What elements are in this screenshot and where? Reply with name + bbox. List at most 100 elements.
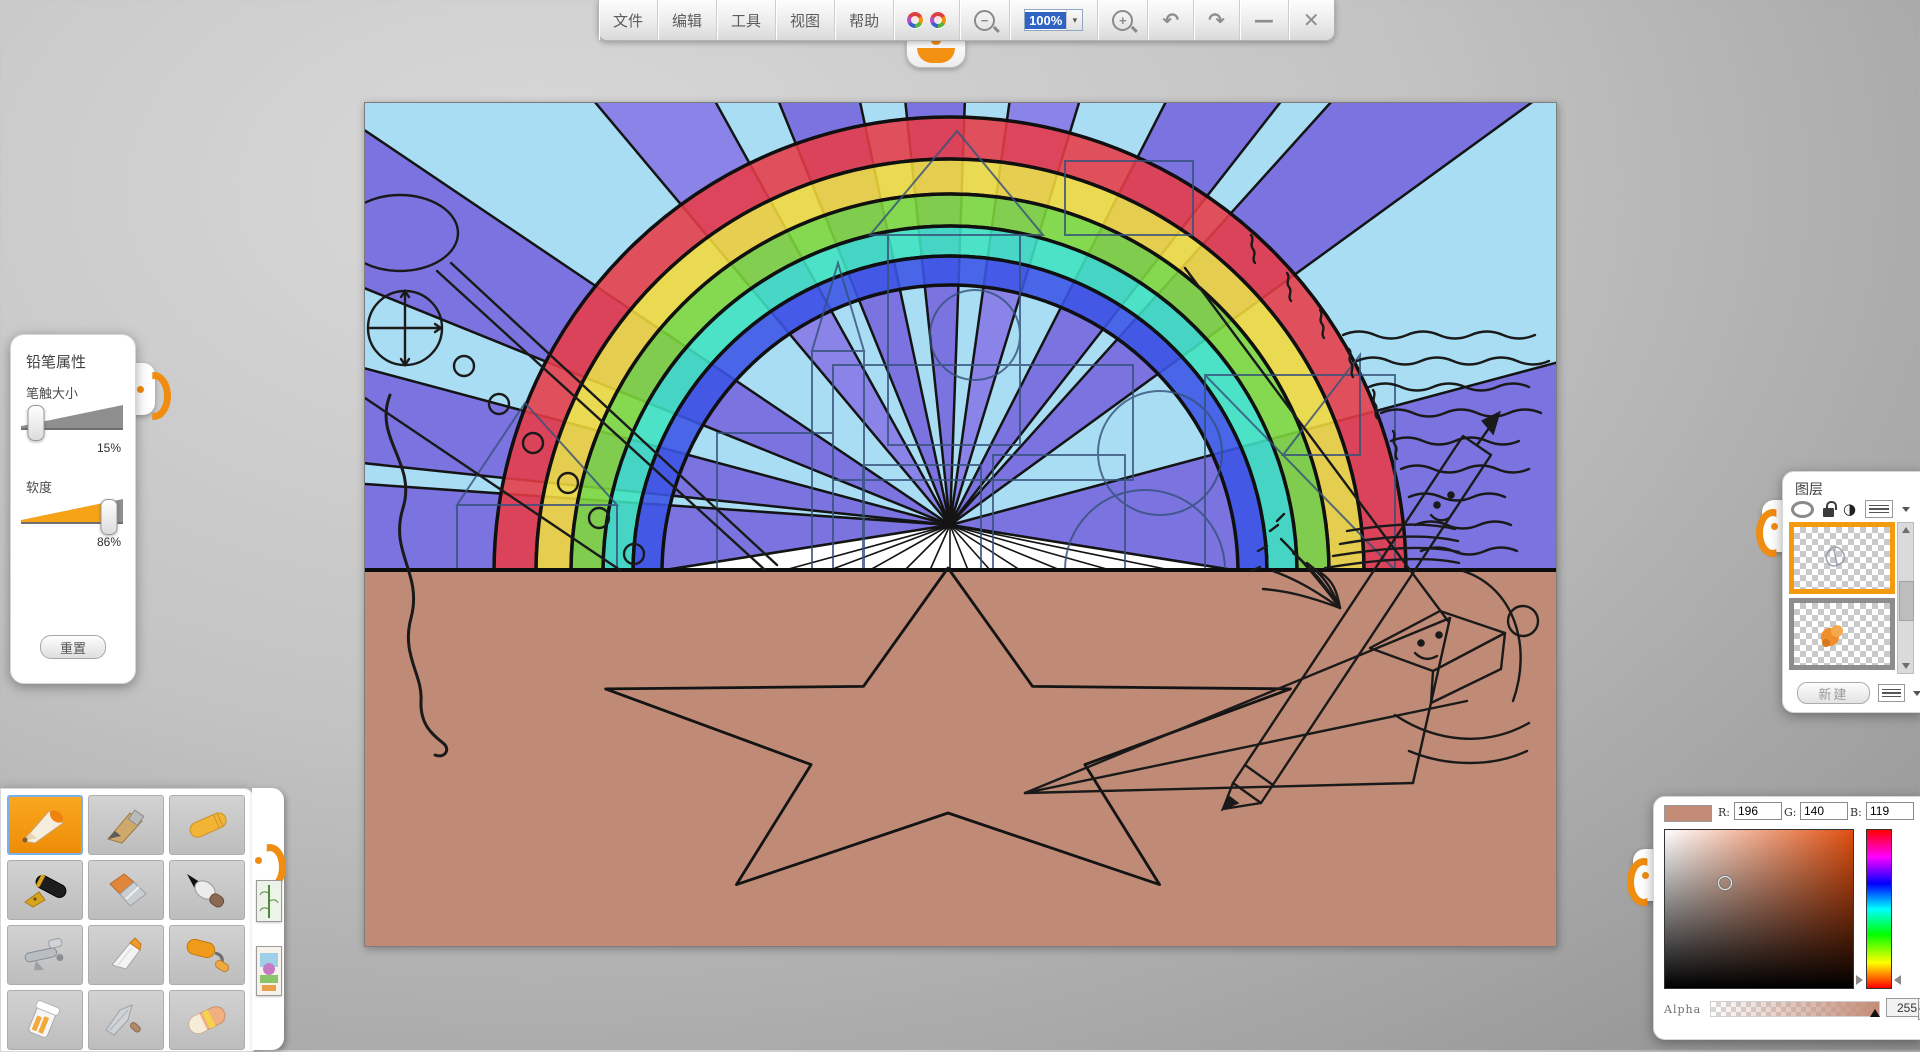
layer-opacity-icon[interactable]: ◑ (1843, 502, 1856, 517)
brush-size-slider-handle[interactable] (28, 405, 45, 441)
new-layer-button[interactable]: 新建 (1797, 682, 1870, 704)
softness-slider-handle[interactable] (100, 499, 117, 535)
color-panel-handle-icon[interactable] (1633, 849, 1655, 901)
alpha-value[interactable]: 255 (1886, 998, 1920, 1017)
tool-grid (7, 795, 245, 1050)
zoom-out-button[interactable]: − (960, 0, 1010, 40)
layers-panel-title: 图层 (1795, 479, 1823, 499)
hue-marker-left-icon[interactable] (1856, 975, 1863, 985)
layer-2-thumbnail (1794, 603, 1890, 665)
tool-ink-brush[interactable] (169, 860, 245, 920)
layer-2-blob (1794, 603, 1890, 665)
redo-icon: ↷ (1208, 8, 1225, 32)
tool-sharp-pencil[interactable] (7, 795, 83, 855)
saturation-value-picker[interactable] (1664, 829, 1854, 989)
tool-paint-tube[interactable] (88, 925, 164, 985)
clown-pinwheel-eye-right-icon (929, 11, 947, 29)
tool-paint-jar[interactable] (7, 990, 83, 1050)
close-icon: ✕ (1303, 8, 1320, 32)
scroll-up-icon[interactable] (1898, 523, 1913, 537)
crayon-icon (181, 805, 233, 845)
tool-airbrush[interactable] (7, 925, 83, 985)
scrollbar-thumb[interactable] (1899, 581, 1914, 621)
tool-fountain-pen[interactable] (7, 860, 83, 920)
clown-logo (894, 0, 960, 40)
new-layer-dropdown-icon[interactable] (1913, 691, 1920, 696)
layer-menu-icon[interactable] (1865, 500, 1893, 518)
paint-roller-icon (181, 935, 233, 975)
ink-brush-icon (181, 870, 233, 910)
tool-paint-roller[interactable] (169, 925, 245, 985)
tool-wood-pencil[interactable] (88, 795, 164, 855)
flat-brush-icon (100, 870, 152, 910)
panel-handle-icon[interactable] (133, 363, 155, 415)
color-picker-panel: R: G: B: Alpha 255 (1653, 796, 1920, 1040)
layer-menu-dropdown-icon[interactable] (1902, 507, 1910, 512)
current-color-swatch (1664, 805, 1712, 822)
layers-panel-handle-icon[interactable] (1762, 500, 1784, 552)
zoom-in-button[interactable]: + (1098, 0, 1148, 40)
hue-marker-right-icon[interactable] (1894, 975, 1901, 985)
brush-size-label: 笔触大小 (26, 383, 78, 402)
tool-crayon[interactable] (169, 795, 245, 855)
fountain-pen-icon (19, 870, 71, 910)
new-layer-menu-icon[interactable] (1878, 684, 1905, 702)
sharp-pencil-icon (19, 805, 71, 845)
tool-flat-brush[interactable] (88, 860, 164, 920)
tool-palette-tab[interactable] (252, 788, 284, 1050)
menu-file[interactable]: 文件 (599, 0, 658, 40)
main-toolbar: 文件 编辑 工具 视图 帮助 − 100% ▾ + ↶ ↷ — ✕ (598, 0, 1335, 41)
layer-visibility-icon[interactable] (1791, 501, 1814, 518)
close-button[interactable]: ✕ (1289, 0, 1334, 40)
menu-view[interactable]: 视图 (776, 0, 835, 40)
wood-pencil-icon (100, 805, 152, 845)
layer-row-1[interactable] (1789, 522, 1895, 594)
brush-size-slider[interactable] (21, 405, 123, 435)
scene-preset-thumbnail[interactable] (256, 946, 282, 996)
paint-jar-icon (19, 1000, 71, 1040)
layer-list-scrollbar[interactable] (1897, 522, 1914, 674)
scene-icon (257, 947, 281, 995)
menu-help[interactable]: 帮助 (835, 0, 894, 40)
menu-tools[interactable]: 工具 (717, 0, 776, 40)
hue-bar[interactable] (1866, 829, 1892, 989)
drawing-canvas[interactable] (364, 102, 1557, 947)
layers-panel: 图层 ◑ 新建 (1782, 471, 1920, 713)
layer-row-2[interactable] (1789, 598, 1895, 670)
pencil-panel-title: 铅笔属性 (26, 351, 86, 372)
alpha-slider[interactable] (1710, 1001, 1880, 1017)
layer-1-thumbnail (1794, 527, 1890, 589)
red-label: R: (1718, 806, 1730, 819)
bamboo-preset-thumbnail[interactable] (256, 880, 282, 922)
softness-label: 软度 (26, 477, 52, 496)
green-label: G: (1784, 806, 1797, 819)
softness-slider[interactable] (21, 499, 123, 529)
eraser-icon (181, 1000, 233, 1040)
tool-palette-knife[interactable] (88, 990, 164, 1050)
layer-1-sketch (1794, 527, 1890, 589)
red-input[interactable] (1734, 802, 1782, 820)
app-window: { "toolbar": { "menus": ["文件", "编辑", "工具… (0, 0, 1920, 1050)
brush-size-value: 15% (97, 441, 121, 455)
bamboo-icon (257, 881, 281, 921)
redo-button[interactable]: ↷ (1194, 0, 1240, 40)
reset-button[interactable]: 重置 (40, 635, 106, 659)
tool-eraser[interactable] (169, 990, 245, 1050)
layer-unlock-icon[interactable] (1823, 508, 1834, 517)
zoom-dropdown-icon[interactable]: ▾ (1066, 10, 1082, 30)
blue-input[interactable] (1866, 802, 1914, 820)
undo-button[interactable]: ↶ (1148, 0, 1194, 40)
minimize-button[interactable]: — (1240, 0, 1289, 40)
zoom-in-icon: + (1112, 10, 1133, 31)
clown-smile-tab[interactable] (906, 40, 966, 68)
zoom-out-icon: − (974, 10, 995, 31)
alpha-marker-icon[interactable] (1870, 1009, 1880, 1017)
scroll-down-icon[interactable] (1898, 659, 1913, 673)
green-input[interactable] (1800, 802, 1848, 820)
softness-value: 86% (97, 535, 121, 549)
zoom-level-combo[interactable]: 100% ▾ (1010, 0, 1098, 40)
color-cursor-icon[interactable] (1718, 876, 1732, 890)
menu-edit[interactable]: 编辑 (658, 0, 717, 40)
clown-smile-icon (917, 48, 955, 63)
zoom-level-value: 100% (1025, 12, 1066, 29)
